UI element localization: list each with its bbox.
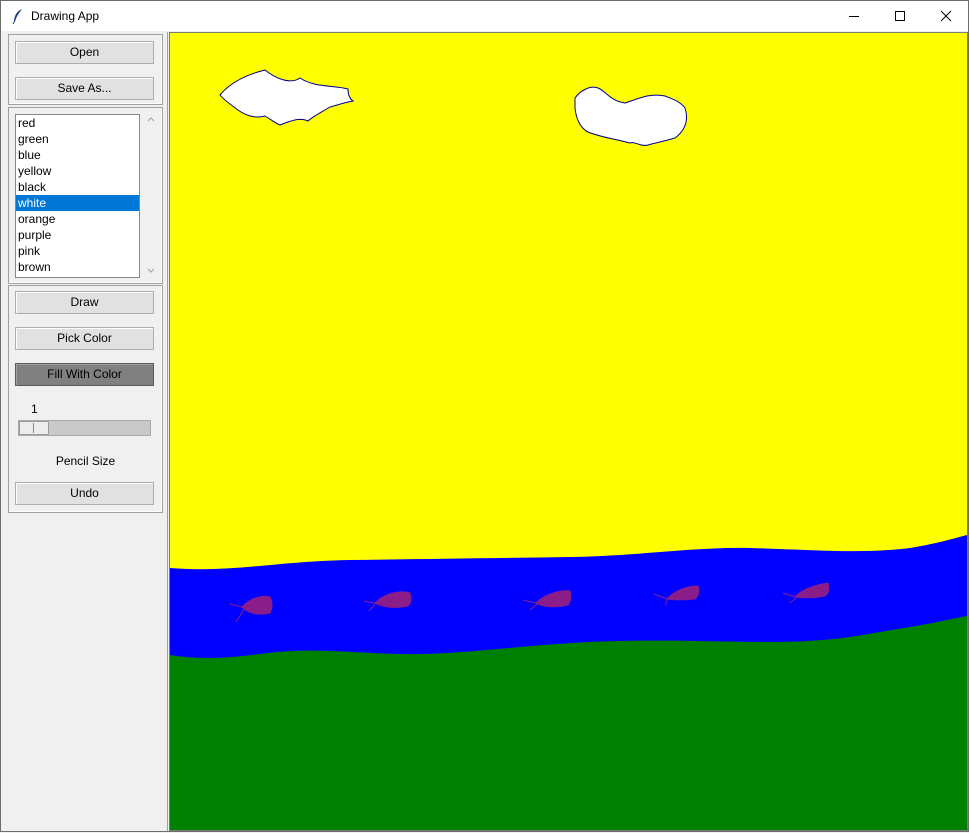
pencil-size-value: 1 [31, 402, 38, 416]
save-as-button[interactable]: Save As... [15, 77, 154, 100]
open-button[interactable]: Open [15, 41, 154, 64]
feather-icon [12, 9, 22, 24]
sidebar-divider [167, 32, 168, 831]
color-listbox[interactable]: red green blue yellow black white orange… [15, 114, 140, 278]
color-option[interactable]: red [16, 115, 139, 131]
color-option-selected[interactable]: white [16, 195, 139, 211]
maximize-button[interactable] [877, 1, 923, 31]
maximize-icon [895, 11, 905, 21]
title-bar: Drawing App [1, 1, 968, 31]
close-button[interactable] [923, 1, 969, 31]
slider-handle[interactable] [19, 421, 49, 435]
color-option[interactable]: black [16, 179, 139, 195]
color-option[interactable]: purple [16, 227, 139, 243]
list-scrollbar[interactable] [145, 112, 157, 278]
scroll-up-icon[interactable] [146, 114, 156, 126]
file-panel: Open Save As... [8, 34, 163, 105]
fill-with-color-button[interactable]: Fill With Color [15, 363, 154, 386]
color-option[interactable]: yellow [16, 163, 139, 179]
tools-panel: Draw Pick Color Fill With Color 1 Pencil… [8, 285, 163, 513]
minimize-button[interactable] [831, 1, 877, 31]
color-option[interactable]: pink [16, 243, 139, 259]
color-list-panel: red green blue yellow black white orange… [8, 107, 163, 284]
color-option[interactable]: brown [16, 259, 139, 275]
window-title: Drawing App [31, 9, 100, 23]
color-option[interactable]: orange [16, 211, 139, 227]
undo-button[interactable]: Undo [15, 482, 154, 505]
drawing-canvas[interactable] [169, 32, 968, 831]
pencil-size-label: Pencil Size [55, 454, 116, 468]
color-option[interactable]: green [16, 131, 139, 147]
drawing-app-window: Drawing App Open Save As... red green bl… [0, 0, 969, 832]
minimize-icon [849, 16, 859, 17]
color-option[interactable]: blue [16, 147, 139, 163]
draw-button[interactable]: Draw [15, 291, 154, 314]
close-icon [940, 10, 952, 22]
canvas-artwork [170, 33, 967, 830]
scroll-down-icon[interactable] [146, 264, 156, 276]
pick-color-button[interactable]: Pick Color [15, 327, 154, 350]
pencil-size-slider[interactable] [18, 420, 151, 436]
